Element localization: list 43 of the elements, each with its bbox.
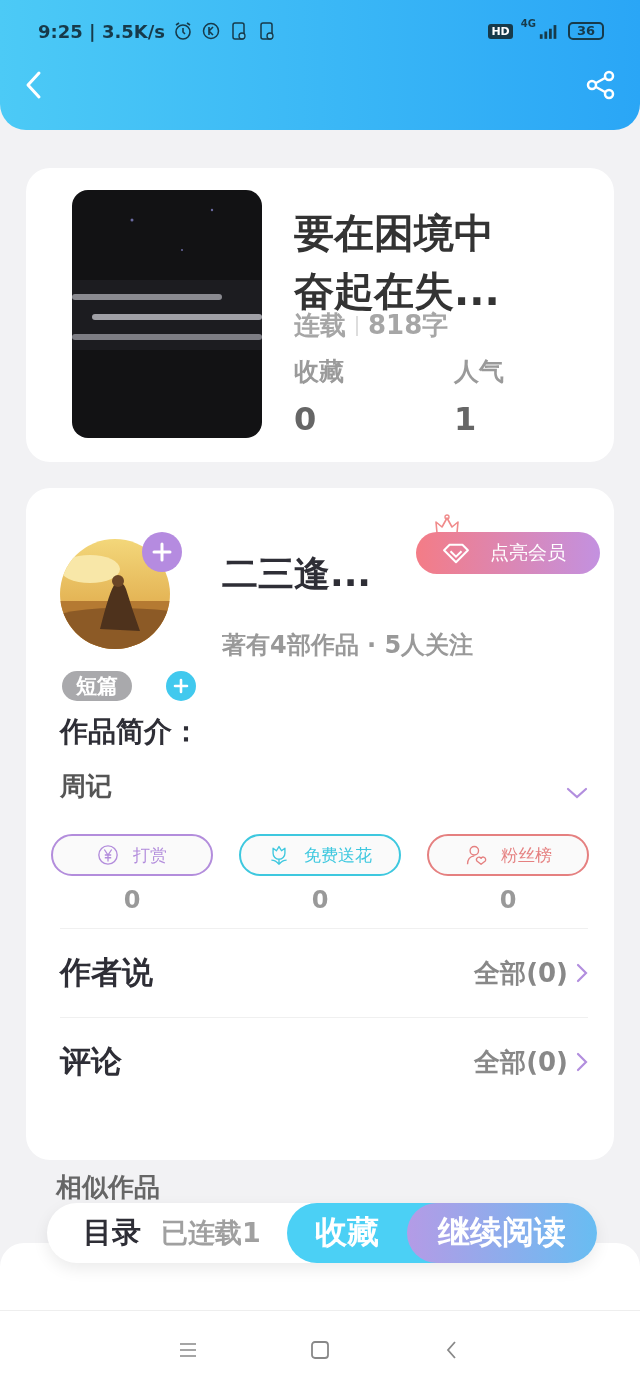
author-name: 二三逢... — [222, 552, 372, 596]
chevron-icon — [576, 1052, 588, 1072]
intro-text: 周记 — [60, 770, 112, 803]
status-time: 9:25 | 3.5K/s — [38, 20, 165, 42]
add-tag-button[interactable] — [166, 671, 196, 701]
stat-label: 人气 — [454, 356, 505, 388]
view-all-link[interactable]: 全部(0) — [474, 955, 588, 991]
view-all-link[interactable]: 全部(0) — [474, 1044, 588, 1080]
alarm-icon — [173, 21, 193, 41]
person-heart-icon — [464, 844, 487, 866]
action-count: 0 — [311, 886, 329, 914]
hd-badge: HD — [488, 23, 513, 39]
word-count: 818字 — [368, 310, 449, 342]
action-button[interactable]: 打赏 — [51, 834, 213, 876]
chevron-icon — [576, 963, 588, 983]
expand-chevron-icon[interactable] — [566, 785, 588, 800]
stat-value: 1 — [454, 400, 478, 438]
circle-k-icon — [201, 21, 221, 41]
battery-indicator: 36 — [567, 22, 604, 40]
network-label: 4G — [520, 18, 536, 29]
serial-status: 连载 — [294, 310, 346, 342]
yen-icon — [97, 844, 119, 866]
intro-heading: 作品简介： — [60, 714, 201, 750]
flower-icon — [268, 844, 290, 866]
action-button[interactable]: 免费送花 — [239, 834, 401, 876]
stat-label: 收藏 — [294, 356, 345, 388]
action-button[interactable]: 粉丝榜 — [427, 834, 589, 876]
section-title: 作者说 — [60, 953, 153, 992]
share-icon[interactable] — [586, 70, 616, 100]
catalog-link[interactable]: 目录 — [83, 1213, 141, 1253]
author-stats: 著有4部作品 · 5人关注 — [222, 630, 475, 661]
continue-reading-button[interactable]: 继续阅读 — [407, 1203, 597, 1263]
stat-value: 0 — [294, 400, 318, 438]
diamond-icon — [442, 542, 470, 564]
action-count: 0 — [499, 886, 517, 914]
vip-button[interactable]: 点亮会员 — [416, 532, 600, 574]
home-icon[interactable] — [310, 1339, 330, 1360]
section-title: 评论 — [60, 1042, 122, 1081]
section-heading: 相似作品 — [56, 1171, 161, 1204]
action-count: 0 — [123, 886, 141, 914]
follow-button[interactable] — [142, 532, 182, 572]
genre-tag: 短篇 — [62, 671, 132, 701]
chapter-count: 已连载1 — [161, 1216, 261, 1250]
